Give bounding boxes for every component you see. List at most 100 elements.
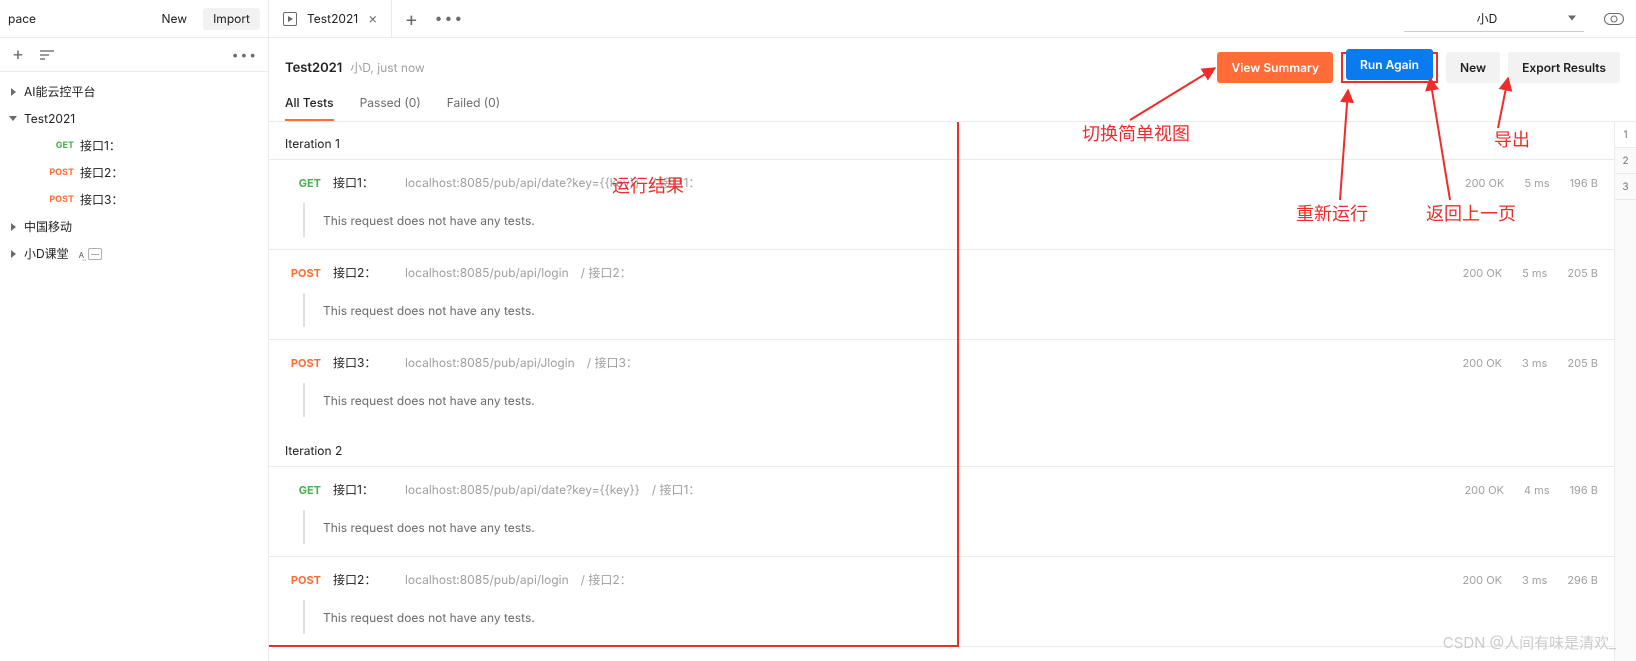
view-summary-button[interactable]: View Summary <box>1217 52 1333 83</box>
request-row[interactable]: POST接口3：localhost:8085/pub/api/Jlogin/ 接… <box>269 339 1614 417</box>
request-url: localhost:8085/pub/api/date?key={{key}} <box>405 482 640 497</box>
response-size: 296 B <box>1567 573 1598 587</box>
request-name: 接口1： <box>333 481 393 498</box>
no-tests-message: This request does not have any tests. <box>303 203 1598 237</box>
request-alt: / 接口3： <box>587 354 638 371</box>
sidebar-more-button[interactable]: ••• <box>232 47 258 62</box>
request-alt: / 接口1： <box>652 481 701 498</box>
iteration-block: Iteration 2 GET 接口1： localhost:8085/pub/api… <box>269 429 1614 661</box>
filter-icon[interactable] <box>40 50 54 60</box>
sidebar-toolbar: + ••• <box>0 38 268 72</box>
tab-overflow-button[interactable]: ••• <box>430 10 468 27</box>
request-row[interactable]: GET接口1：localhost:8085/pub/api/date?key={… <box>269 159 1614 237</box>
iteration-rail: 1 2 3 <box>1614 122 1636 661</box>
request-row[interactable]: POST 接口2： localhost:8085/pub/api/login / 接口… <box>269 556 1614 634</box>
rail-item[interactable]: 1 <box>1615 122 1636 148</box>
run-subtitle: 小D, just now <box>350 59 425 76</box>
sidebar-item-test2021[interactable]: Test2021 <box>0 105 268 132</box>
env-tag: ᴀ̤ <box>79 247 102 261</box>
request-name: 接口2： <box>333 571 393 588</box>
request-url: localhost:8085/pub/api/date?key={{key}} <box>405 175 640 190</box>
run-title-text: Test2021 <box>285 60 342 76</box>
new-run-button[interactable]: New <box>1446 52 1500 83</box>
workspace-strip: pace New Import <box>0 0 269 37</box>
close-icon[interactable]: × <box>368 10 377 27</box>
run-again-highlight: Run Again <box>1341 52 1438 83</box>
status-code: 200 OK <box>1463 356 1502 370</box>
run-title: Test2021 小D, just now <box>285 59 425 76</box>
new-button[interactable]: New <box>151 8 197 30</box>
sidebar-request-1[interactable]: GET 接口1： <box>0 132 268 159</box>
request-stats: 200 OK5 ms205 B <box>1463 266 1598 280</box>
tab-runner[interactable]: Test2021 × <box>269 0 392 37</box>
add-tab-button[interactable]: + <box>392 7 430 31</box>
iteration-title: Iteration 1 <box>269 136 1614 159</box>
request-name: 接口3： <box>333 354 393 371</box>
import-button[interactable]: Import <box>203 8 260 30</box>
response-time: 5 ms <box>1522 266 1547 280</box>
request-name: 接口1： <box>333 174 393 191</box>
sidebar-item-china-mobile[interactable]: 中国移动 <box>0 213 268 240</box>
chevron-right-icon <box>8 88 18 96</box>
sidebar-request-2[interactable]: POST 接口2： <box>0 159 268 186</box>
method-badge: GET <box>285 483 321 497</box>
runner-header: Test2021 小D, just now View Summary Run A… <box>269 38 1636 83</box>
watermark: CSDN @人间有味是清欢_ <box>1443 632 1616 653</box>
iteration-block: Iteration 1GET接口1：localhost:8085/pub/api… <box>269 122 1614 417</box>
workspace-name: pace <box>8 11 145 26</box>
response-time: 4 ms <box>1524 483 1550 497</box>
response-size: 205 B <box>1567 356 1598 370</box>
request-alt: / 接口2： <box>581 571 632 588</box>
eye-icon[interactable] <box>1604 13 1624 25</box>
open-tabs-strip: Test2021 × + ••• <box>269 0 1392 37</box>
sidebar-request-3[interactable]: POST 接口3： <box>0 186 268 213</box>
request-row[interactable]: POST 接口2： localhost:8085/pub/api/login / 接口… <box>269 249 1614 327</box>
tab-all-tests[interactable]: All Tests <box>285 95 334 121</box>
method-badge: POST <box>44 167 74 178</box>
response-time: 5 ms <box>1524 176 1549 190</box>
method-badge: POST <box>285 356 321 370</box>
export-results-button[interactable]: Export Results <box>1508 52 1620 83</box>
chevron-right-icon <box>8 223 18 231</box>
no-tests-message: This request does not have any tests. <box>303 293 1598 327</box>
request-row[interactable]: GET 接口1： localhost:8085/pub/api/date?key={… <box>269 466 1614 544</box>
response-size: 196 B <box>1570 483 1598 497</box>
rail-item[interactable]: 3 <box>1615 174 1636 200</box>
request-stats: 200 OK 5 ms 196 B <box>1465 176 1598 190</box>
sidebar-item-xiaod-class[interactable]: 小D课堂 ᴀ̤ <box>0 240 268 267</box>
tab-passed[interactable]: Passed (0) <box>360 95 421 121</box>
request-stats: 200 OK3 ms205 B <box>1463 356 1598 370</box>
request-name: 接口2： <box>333 264 393 281</box>
request-row[interactable]: POST接口3：localhost:8085/pub/api/Jlogin/ 接… <box>269 646 1614 661</box>
status-code: 200 OK <box>1465 176 1504 190</box>
tab-label: Test2021 <box>307 11 358 26</box>
status-code: 200 OK <box>1464 483 1503 497</box>
method-badge: GET <box>44 140 74 151</box>
rail-item[interactable]: 2 <box>1615 148 1636 174</box>
status-code: 200 OK <box>1463 266 1502 280</box>
run-again-button[interactable]: Run Again <box>1346 49 1433 80</box>
collection-add-button[interactable]: + <box>12 44 24 65</box>
request-url: localhost:8085/pub/api/login <box>405 265 569 280</box>
request-alt: / 接口1： <box>652 174 701 191</box>
no-tests-message: This request does not have any tests. <box>303 600 1598 634</box>
sidebar-item-ai[interactable]: AI能云控平台 <box>0 78 268 105</box>
environment-selected: 小D <box>1477 11 1498 26</box>
response-time: 3 ms <box>1522 573 1547 587</box>
chevron-right-icon <box>8 250 18 258</box>
request-alt: / 接口2： <box>581 264 632 281</box>
no-tests-message: This request does not have any tests. <box>303 383 1598 417</box>
method-badge: POST <box>285 573 321 587</box>
response-size: 196 B <box>1570 176 1598 190</box>
tab-failed[interactable]: Failed (0) <box>447 95 500 121</box>
top-right-controls: 小D <box>1392 0 1636 37</box>
request-url: localhost:8085/pub/api/login <box>405 572 569 587</box>
runner-icon <box>283 12 297 26</box>
chevron-down-icon <box>8 116 18 121</box>
environment-selector[interactable]: 小D <box>1404 6 1584 32</box>
results-scroll[interactable]: Iteration 1 GET 接口1： localhost:8085/pub/api… <box>269 122 1614 661</box>
collection-tree: AI能云控平台 Test2021 GET 接口1： POST 接口2： POST… <box>0 72 268 267</box>
iteration-title: Iteration 2 <box>269 443 1614 466</box>
request-stats: 200 OK3 ms296 B <box>1463 573 1598 587</box>
method-badge: POST <box>285 266 321 280</box>
